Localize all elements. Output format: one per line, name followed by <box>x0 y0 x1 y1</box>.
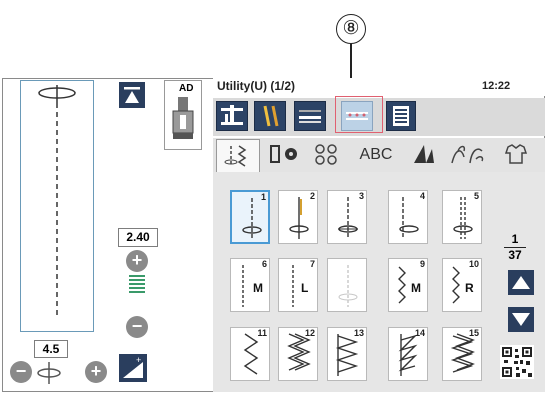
stitch-cell[interactable]: 5 <box>442 190 482 244</box>
callout-line <box>350 44 352 78</box>
stitch-cell[interactable]: 9M <box>388 258 428 312</box>
presser-foot-indicator: AD <box>164 80 202 150</box>
stitch-letter: L <box>301 281 309 295</box>
stitch-cell[interactable]: 12 <box>278 327 318 381</box>
tab-utility[interactable] <box>216 139 260 172</box>
arrow-down-icon <box>512 313 530 326</box>
presser-foot-stitch-icon <box>221 105 243 125</box>
stitch-number: 11 <box>257 328 267 338</box>
utility-stitch-icon <box>224 145 247 167</box>
stitch-number: 12 <box>304 328 315 338</box>
stitch-number: 4 <box>419 191 425 201</box>
needle-position-button[interactable] <box>119 82 145 108</box>
length-plus-button[interactable]: + <box>85 361 107 383</box>
twin-needle-button[interactable] <box>254 101 286 131</box>
stitch-number: 5 <box>473 191 479 201</box>
twin-needle-icon <box>263 105 279 127</box>
stitch-cell[interactable]: 13 <box>327 327 367 381</box>
presser-foot-code: AD <box>179 83 194 94</box>
memory-button[interactable] <box>386 101 416 131</box>
needle-up-icon <box>124 87 140 103</box>
preview-stitch-icon <box>38 85 76 319</box>
adjust-setting-button[interactable]: + <box>119 354 147 382</box>
stitch-pattern-icon <box>242 198 262 240</box>
quilt-icon <box>414 145 434 163</box>
tab-buttonhole[interactable] <box>262 139 306 172</box>
stitch-cell[interactable]: 3 <box>327 190 367 244</box>
stitch-letter: M <box>253 281 263 295</box>
stitch-number: 15 <box>468 328 479 338</box>
lettering-icon: ABC <box>359 146 393 163</box>
svg-text:+: + <box>136 355 141 365</box>
qr-code-icon <box>500 345 534 379</box>
stitch-number: 14 <box>414 328 425 338</box>
stitch-cell[interactable]: 10 R <box>442 258 482 312</box>
presser-foot-icon <box>172 97 194 139</box>
stitch-number: 1 <box>260 192 266 202</box>
stitch-width-value: 2.40 <box>118 228 158 247</box>
stitch-number: 10 <box>468 259 479 269</box>
memory-list-icon <box>393 106 409 126</box>
applique-icon <box>315 144 337 165</box>
stitch-number: 13 <box>353 328 364 338</box>
stitch-length-value: 4.5 <box>34 340 68 358</box>
stitch-image-icon <box>299 110 321 123</box>
heirloom-icon <box>504 144 528 164</box>
stitch-cell[interactable]: 14 <box>388 327 428 381</box>
stitch-image-button[interactable] <box>294 101 326 131</box>
stitch-pattern-icon <box>338 265 358 307</box>
length-minus-button[interactable]: − <box>10 361 32 383</box>
stitch-cell[interactable]: 6M <box>230 258 270 312</box>
callout-number: ⑧ <box>336 14 366 44</box>
tab-lettering[interactable]: ABC <box>348 139 404 172</box>
clock: 12:22 <box>482 80 511 92</box>
stitch-cell[interactable]: 2 <box>278 190 318 244</box>
foot-stitch-button[interactable] <box>216 101 248 131</box>
stitch-number: 9 <box>419 259 425 269</box>
stitch-letter: R <box>465 281 474 295</box>
stitch-cell[interactable]: 7L <box>278 258 318 312</box>
tab-applique[interactable] <box>306 139 346 172</box>
stitch-cell[interactable] <box>327 258 367 312</box>
page-current: 1 <box>511 232 519 246</box>
stitch-number: 3 <box>358 191 364 201</box>
decorative-icon <box>451 145 484 164</box>
stitch-cell[interactable]: 1 <box>230 190 270 244</box>
width-minus-button[interactable]: − <box>126 316 148 338</box>
qr-code-button[interactable] <box>500 345 534 379</box>
stitch-length-icon <box>37 362 61 384</box>
page-total: 37 <box>508 248 522 262</box>
arrow-up-icon <box>512 276 530 289</box>
page-up-button[interactable] <box>508 270 534 295</box>
stitch-preview <box>20 80 94 332</box>
width-plus-button[interactable]: + <box>126 250 148 272</box>
slope-adjust-icon: + <box>123 355 143 378</box>
stitch-number: 7 <box>309 259 315 269</box>
stitch-number: 2 <box>309 191 315 201</box>
page-down-button[interactable] <box>508 307 534 332</box>
stitch-cell[interactable]: 4 <box>388 190 428 244</box>
stitch-letter: M <box>411 281 421 295</box>
stitch-cell[interactable]: 11 <box>230 327 270 381</box>
page-indicator: 1 37 <box>502 232 528 262</box>
tab-quilt[interactable] <box>404 139 442 172</box>
stitch-cell[interactable]: 15 <box>442 327 482 381</box>
tab-decorative[interactable] <box>444 139 490 172</box>
stitch-number: 6 <box>261 259 267 269</box>
screen-title: Utility(U) (1/2) <box>217 79 295 93</box>
tool-highlight-frame <box>335 96 383 133</box>
buttonhole-icon <box>270 145 297 163</box>
tab-heirloom[interactable] <box>492 139 540 172</box>
stitch-width-icon <box>129 275 145 295</box>
